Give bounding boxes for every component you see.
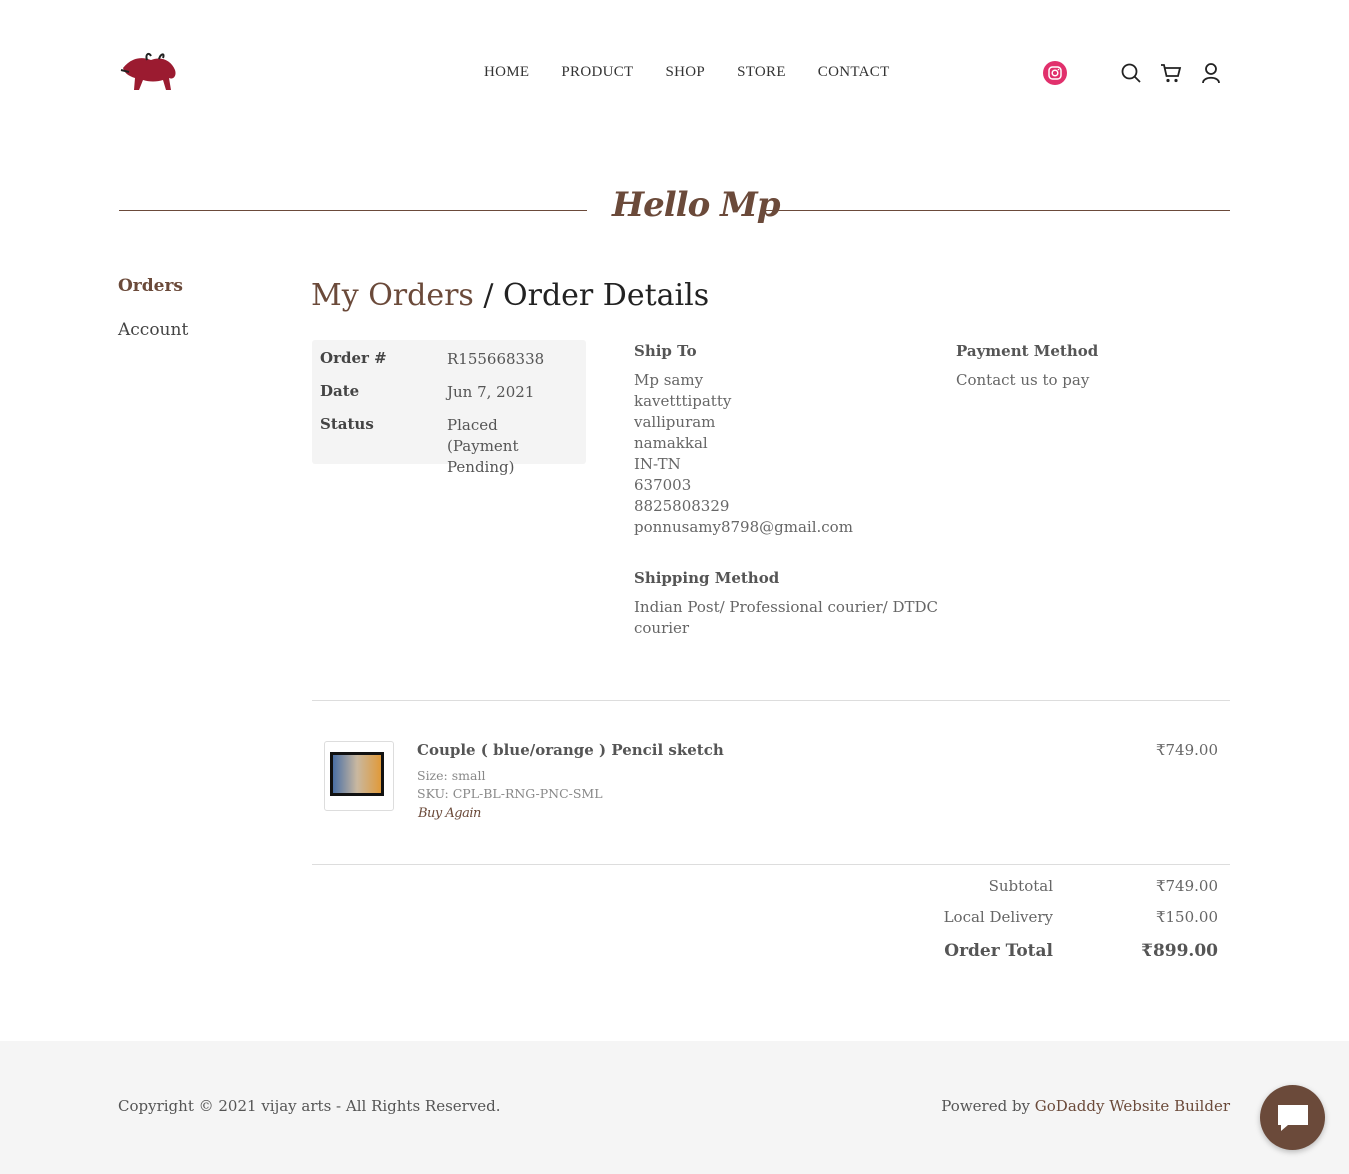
order-total-label: Order Total	[944, 941, 1053, 961]
order-status-label: Status	[320, 415, 374, 433]
payment-method-value: Contact us to pay	[956, 371, 1090, 389]
footer-copyright: Copyright © 2021 vijay arts - All Rights…	[118, 1097, 501, 1115]
footer-powered-by: Powered by GoDaddy Website Builder	[941, 1097, 1230, 1115]
brand-logo[interactable]	[119, 50, 181, 98]
order-date-value: Jun 7, 2021	[447, 383, 535, 401]
payment-method-heading: Payment Method	[956, 342, 1099, 360]
product-image	[330, 752, 384, 796]
sidebar-item-orders[interactable]: Orders	[118, 276, 183, 296]
delivery-label: Local Delivery	[943, 908, 1053, 926]
subtotal-value: ₹749.00	[1155, 877, 1218, 895]
chat-icon	[1277, 1104, 1308, 1131]
ship-to-line: Mp samy	[634, 371, 704, 389]
order-number-label: Order #	[320, 349, 387, 367]
powered-by-prefix: Powered by	[941, 1097, 1035, 1115]
ship-to-heading: Ship To	[634, 342, 697, 360]
cart-icon[interactable]	[1160, 62, 1182, 84]
ship-to-line: 637003	[634, 476, 692, 494]
ship-to-line: vallipuram	[634, 413, 716, 431]
ship-to-line: namakkal	[634, 434, 708, 452]
godaddy-link[interactable]: GoDaddy Website Builder	[1035, 1097, 1230, 1115]
sidebar-item-account[interactable]: Account	[118, 320, 188, 340]
order-summary: Order # R155668338 Date Jun 7, 2021 Stat…	[312, 340, 586, 476]
delivery-value: ₹150.00	[1155, 908, 1218, 926]
product-thumbnail[interactable]	[324, 741, 394, 811]
chat-button[interactable]	[1260, 1085, 1325, 1150]
nav-home[interactable]: HOME	[484, 64, 529, 81]
search-icon[interactable]	[1120, 62, 1142, 84]
shipping-method-heading: Shipping Method	[634, 569, 780, 587]
nav-shop[interactable]: SHOP	[666, 64, 706, 81]
order-number-value: R155668338	[447, 350, 545, 368]
shipping-method-value: Indian Post/ Professional courier/ DTDC …	[634, 597, 938, 639]
product-name[interactable]: Couple ( blue/orange ) Pencil sketch	[417, 741, 724, 759]
nav-store[interactable]: STORE	[737, 64, 786, 81]
subtotal-label: Subtotal	[988, 877, 1053, 895]
order-status-note: (Payment Pending)	[447, 437, 519, 476]
breadcrumb-separator: /	[473, 278, 504, 313]
ship-to-line: IN-TN	[634, 455, 681, 473]
ship-to-address: Mp samy kavetttipatty vallipuram namakka…	[634, 370, 853, 538]
greeting-rule-left	[119, 210, 587, 211]
greeting-rule-right	[762, 210, 1230, 211]
breadcrumb-my-orders[interactable]: My Orders	[311, 278, 474, 313]
instagram-icon[interactable]	[1043, 61, 1067, 85]
product-sku: SKU: CPL-BL-RNG-PNC-SML	[417, 786, 603, 801]
ship-to-line: kavetttipatty	[634, 392, 732, 410]
buy-again-link[interactable]: Buy Again	[418, 806, 481, 821]
shipping-method-line: Indian Post/ Professional courier/ DTDC	[634, 598, 938, 616]
main-nav: HOME PRODUCT SHOP STORE CONTACT	[484, 64, 890, 81]
order-status-value: Placed (Payment Pending)	[447, 415, 587, 478]
ship-to-line: 8825808329	[634, 497, 730, 515]
shipping-method-line: courier	[634, 619, 690, 637]
order-total-value: ₹899.00	[1141, 941, 1218, 961]
order-date-label: Date	[320, 382, 360, 400]
nav-contact[interactable]: CONTACT	[818, 64, 890, 81]
ship-to-line: ponnusamy8798@gmail.com	[634, 518, 853, 536]
divider	[312, 864, 1230, 865]
order-status-text: Placed	[447, 416, 498, 434]
product-size: Size: small	[417, 768, 486, 783]
user-icon[interactable]	[1200, 62, 1222, 84]
nav-product[interactable]: PRODUCT	[561, 64, 633, 81]
page-title: My Orders / Order Details	[311, 278, 709, 313]
greeting-title: Hello Mp	[612, 185, 781, 225]
divider	[312, 700, 1230, 701]
page-title-text: Order Details	[503, 278, 710, 313]
product-price: ₹749.00	[1155, 741, 1218, 759]
